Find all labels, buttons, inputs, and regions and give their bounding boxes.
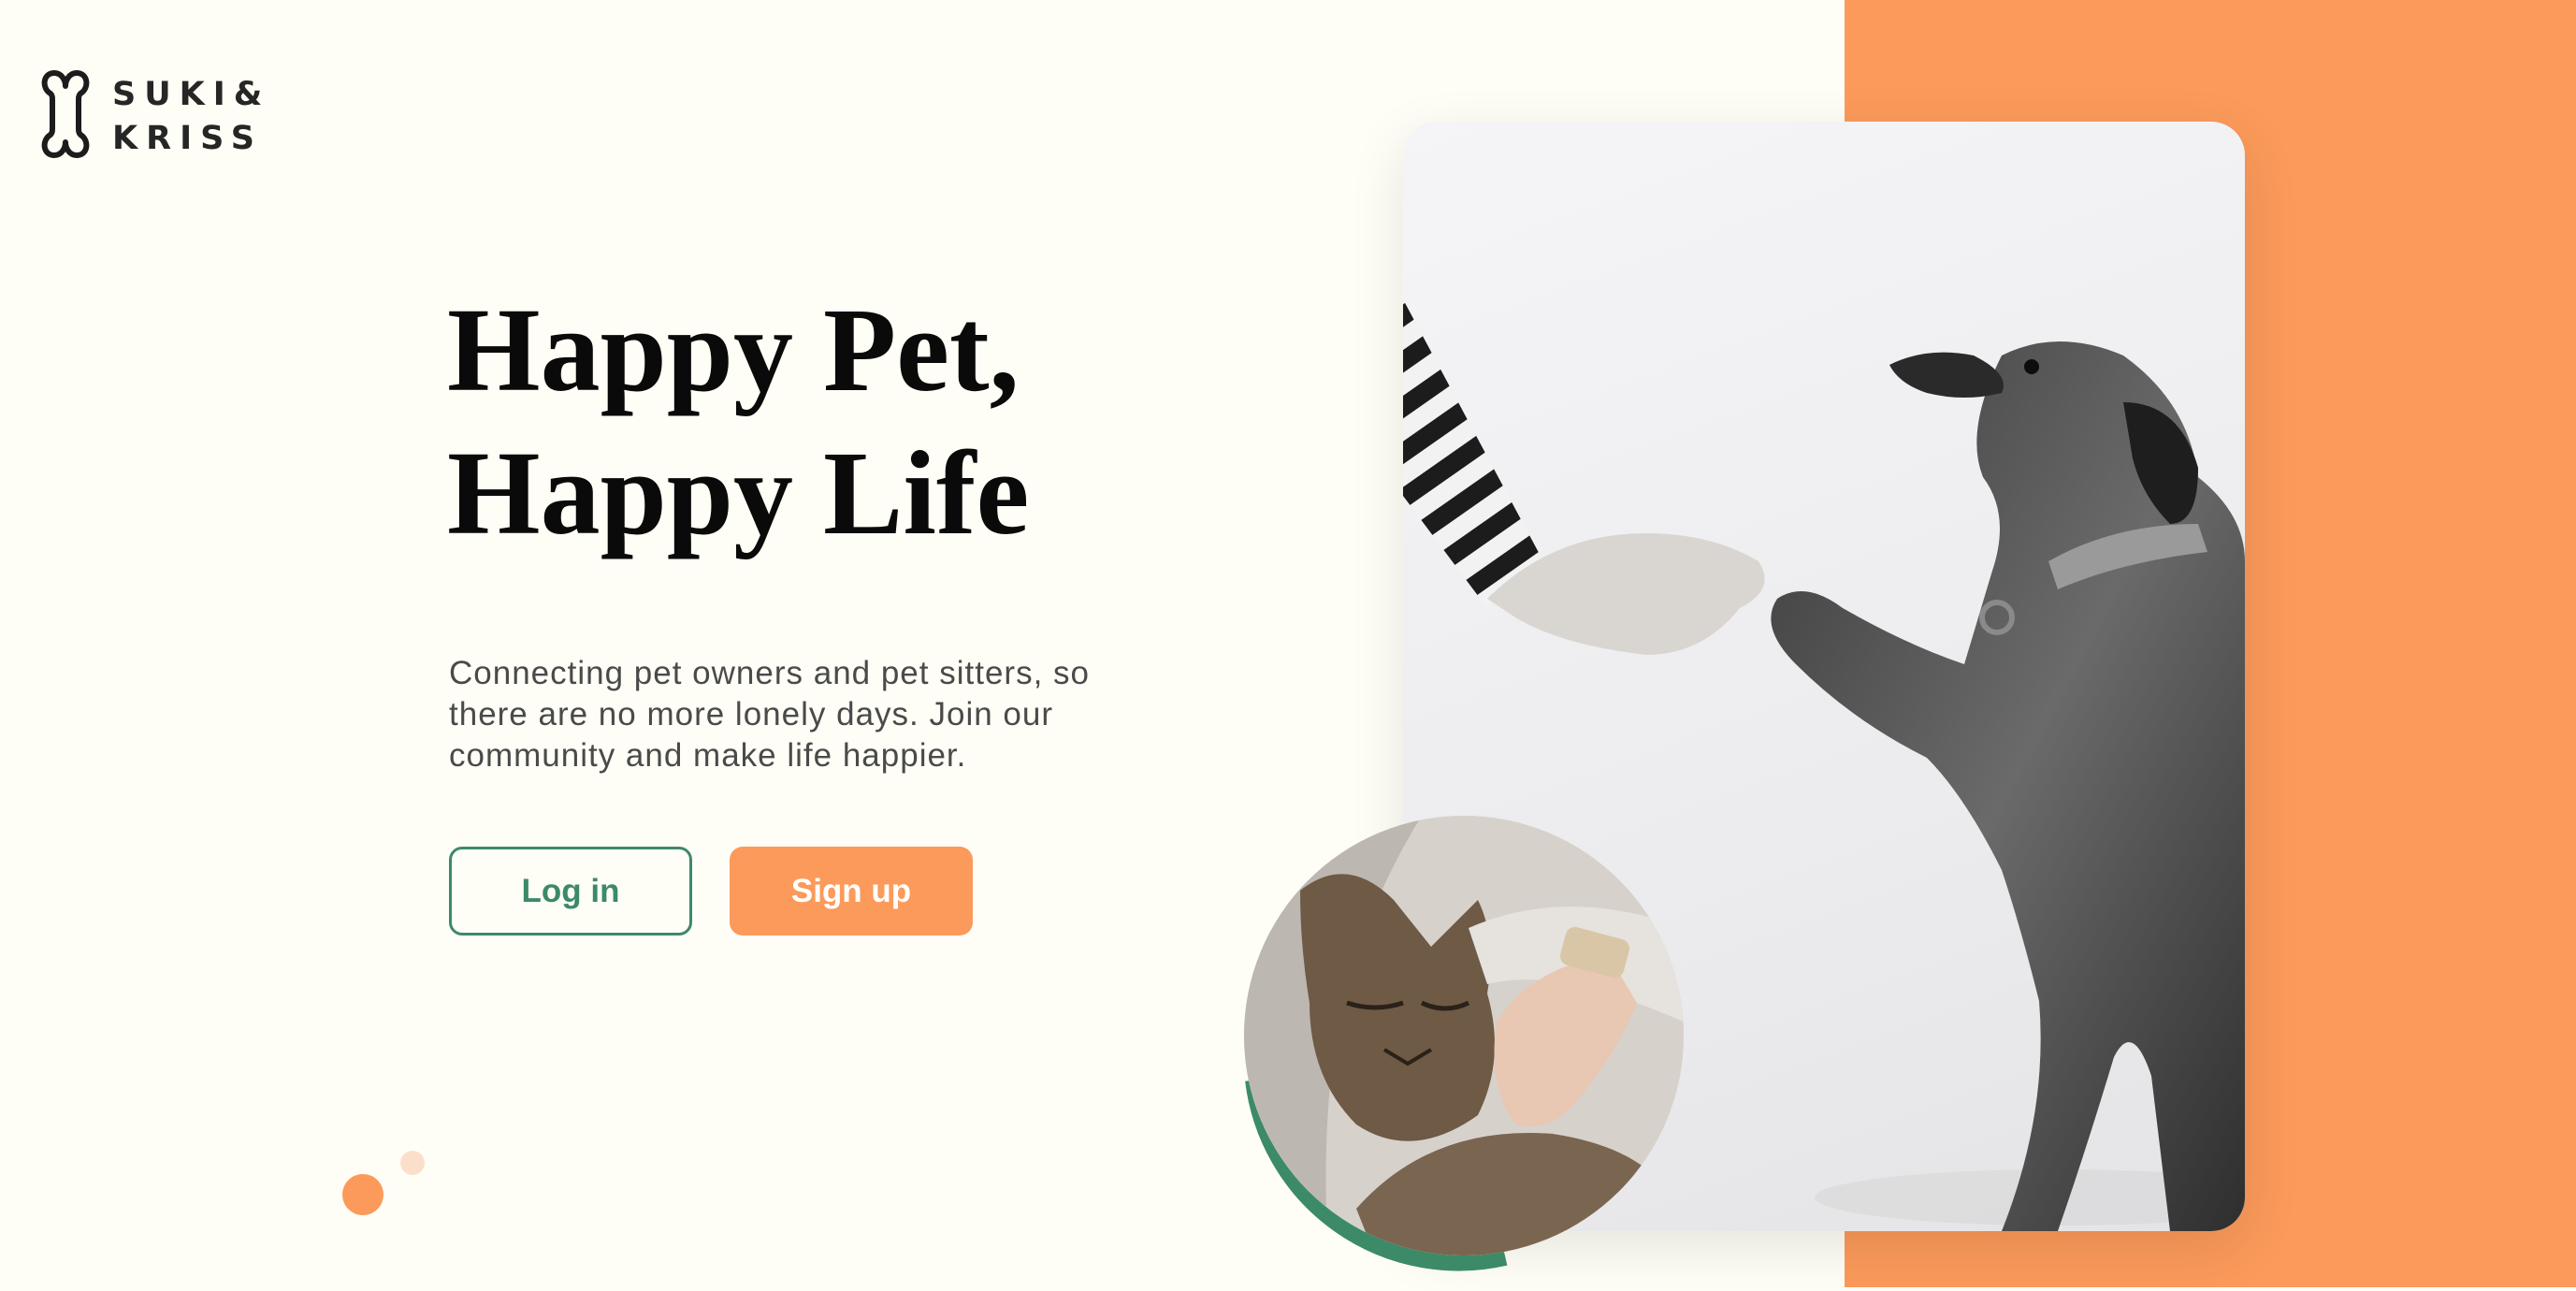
signup-button[interactable]: Sign up [730, 847, 973, 936]
hero-description: Connecting pet owners and pet sitters, s… [449, 655, 1090, 774]
brand-name-line1: SUKI& [112, 76, 271, 113]
hero-title-line2: Happy Life [447, 427, 1030, 559]
login-button[interactable]: Log in [449, 847, 692, 936]
bone-icon [41, 70, 90, 158]
hero-title: Happy Pet, Happy Life [447, 279, 1029, 565]
decorative-dot-small [400, 1151, 425, 1175]
brand-name: SUKI& KRISS [112, 73, 270, 161]
hero-title-line1: Happy Pet, [447, 283, 1020, 416]
cat-illustration [1244, 816, 1684, 1255]
brand-name-line2: KRISS [112, 120, 263, 157]
cat-cuddle-photo [1244, 816, 1684, 1255]
brand-logo[interactable]: SUKI& KRISS [37, 67, 270, 161]
decorative-dot-large [342, 1174, 384, 1215]
